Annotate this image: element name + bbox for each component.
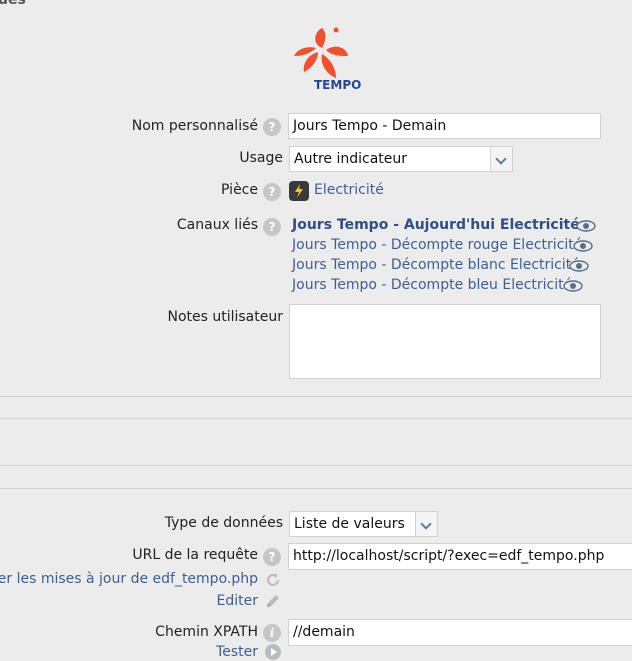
url-field[interactable]: http://localhost/script/?exec=edf_tempo.… <box>288 543 632 570</box>
usage-value: Autre indicateur <box>294 151 407 167</box>
channel-link[interactable]: Jours Tempo - Décompte rouge Electricité <box>292 237 582 253</box>
eye-icon[interactable] <box>569 260 589 272</box>
divider <box>0 465 632 466</box>
usage-select[interactable]: Autre indicateur <box>289 146 513 172</box>
xpath-label: Chemin XPATH <box>155 624 258 640</box>
divider <box>0 396 632 397</box>
help-icon[interactable]: ? <box>263 118 281 136</box>
lightning-icon <box>289 181 309 201</box>
info-icon[interactable]: i <box>263 624 281 642</box>
help-icon[interactable]: ? <box>263 183 281 201</box>
section-title: ues <box>0 0 26 8</box>
room-link[interactable]: Electricité <box>314 182 384 198</box>
test-link[interactable]: Tester <box>216 644 258 660</box>
divider <box>0 418 632 419</box>
eye-icon[interactable] <box>573 240 593 252</box>
notes-textarea[interactable] <box>289 304 601 379</box>
room-label: Pièce <box>221 182 258 198</box>
logo-text: TEMPO <box>314 78 362 92</box>
url-label: URL de la requête <box>132 547 258 563</box>
edf-logo-icon <box>294 27 348 78</box>
chevron-down-icon[interactable] <box>415 512 437 536</box>
divider <box>0 488 632 489</box>
eye-icon[interactable] <box>576 220 596 232</box>
refresh-icon[interactable] <box>265 572 281 588</box>
channel-link[interactable]: Jours Tempo - Décompte bleu Electricité <box>292 277 572 293</box>
channel-link[interactable]: Jours Tempo - Aujourd'hui Electricité <box>292 217 580 233</box>
channel-link[interactable]: Jours Tempo - Décompte blanc Electricité <box>292 257 580 273</box>
pencil-icon[interactable] <box>264 592 282 610</box>
channels-label: Canaux liés <box>176 217 258 233</box>
data-type-value: Liste de valeurs <box>294 516 405 532</box>
name-label: Nom personnalisé <box>131 118 258 134</box>
verify-updates-link[interactable]: ifier les mises à jour de edf_tempo.php <box>0 571 258 587</box>
edf-logo: TEMPO <box>288 24 368 96</box>
help-icon[interactable]: ? <box>263 218 281 236</box>
chevron-down-icon[interactable] <box>490 147 512 171</box>
notes-label: Notes utilisateur <box>167 309 283 325</box>
xpath-field[interactable]: //demain <box>288 619 632 646</box>
eye-icon[interactable] <box>563 280 583 292</box>
help-icon[interactable]: ? <box>263 548 281 566</box>
play-icon[interactable] <box>264 643 282 661</box>
data-type-select[interactable]: Liste de valeurs <box>289 511 438 537</box>
edit-link[interactable]: Editer <box>217 593 258 609</box>
name-field[interactable]: Jours Tempo - Demain <box>288 113 601 139</box>
data-type-label: Type de données <box>164 515 283 531</box>
usage-label: Usage <box>239 150 283 166</box>
